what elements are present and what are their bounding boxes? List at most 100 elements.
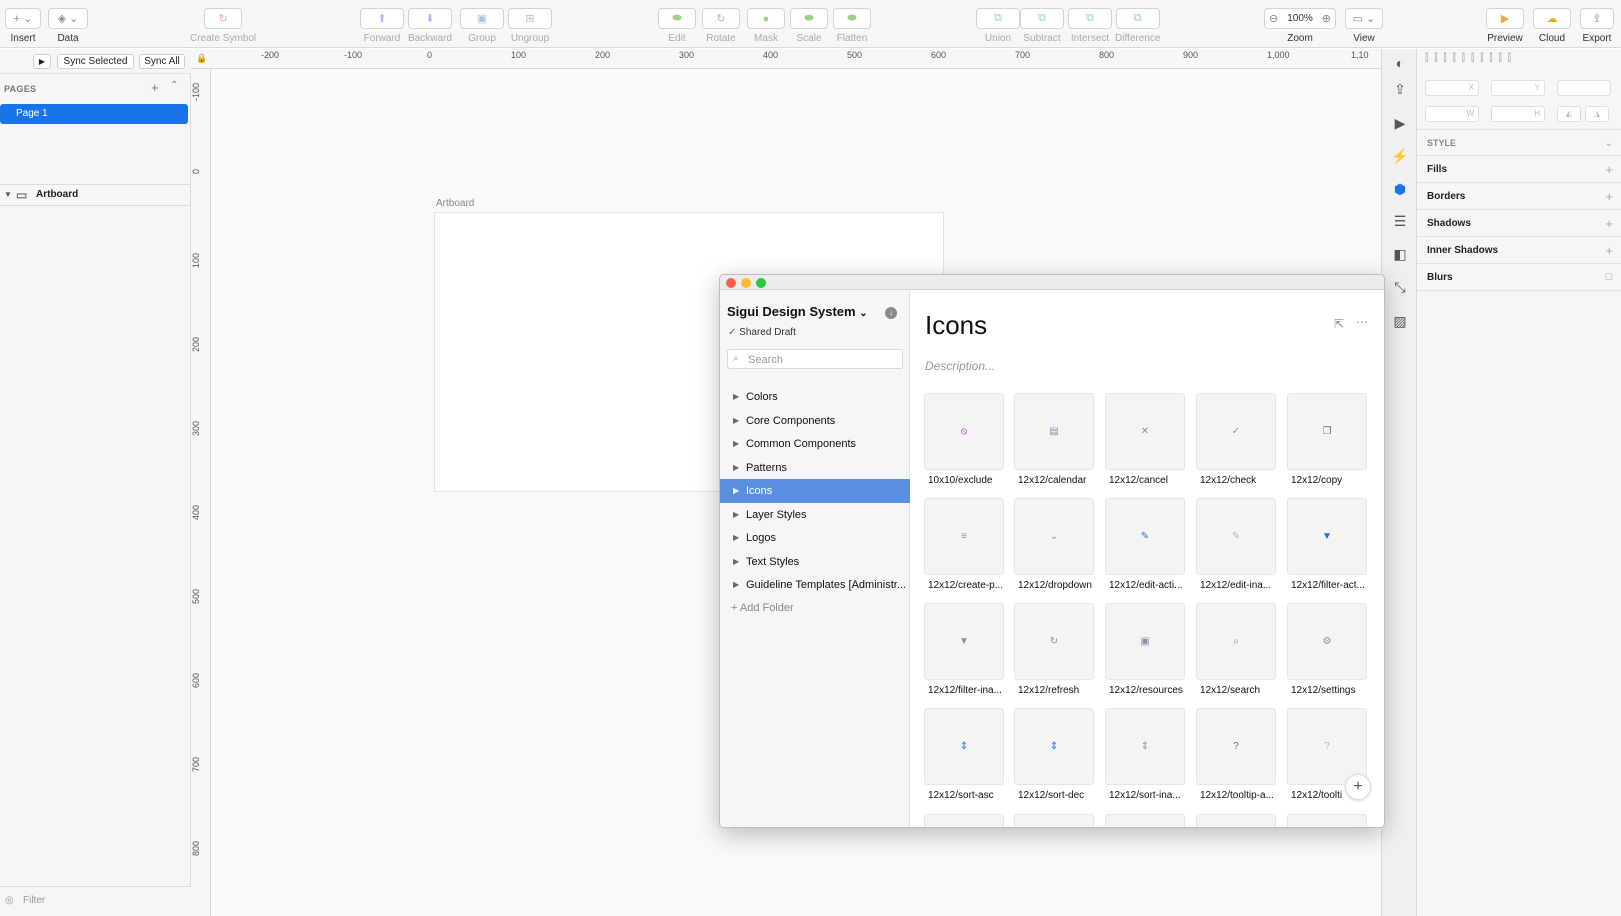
forward-button[interactable]: ⬆ [360, 8, 404, 29]
union-group[interactable]: ⧉ Union [976, 8, 1020, 44]
cloud-group[interactable]: ☁ Cloud [1533, 8, 1571, 44]
create-symbol-button[interactable]: ↻ [204, 8, 243, 29]
zoom-control[interactable]: ⊖ 100% ⊕ [1264, 8, 1336, 29]
disclosure-triangle-icon[interactable]: ▶ [733, 503, 739, 527]
library-icon[interactable]: ⬢ [1388, 177, 1412, 201]
edit-button[interactable]: ⬬ [658, 8, 696, 29]
icon-card[interactable]: ❐ [1287, 393, 1367, 470]
minimize-window-button[interactable] [741, 278, 751, 288]
inner-shadows-section[interactable]: Inner Shadows + [1417, 237, 1621, 264]
data-group[interactable]: ◈ ⌄ Data [48, 8, 88, 44]
icon-card[interactable]: ▼ [924, 603, 1004, 680]
add-inner-shadow-icon[interactable]: + [1605, 237, 1613, 264]
view-button[interactable]: ▭ ⌄ [1345, 8, 1383, 29]
filter-input[interactable]: Filter [23, 895, 45, 906]
mask-button[interactable]: ● [747, 8, 785, 29]
color-icon[interactable]: ◐ [1388, 51, 1412, 75]
icon-card[interactable] [1014, 814, 1094, 827]
play-icon[interactable]: ▶ [1388, 111, 1412, 135]
disclosure-triangle-icon[interactable]: ▶ [733, 526, 739, 550]
add-border-icon[interactable]: + [1605, 183, 1613, 210]
icon-card[interactable]: ⇕ [1014, 708, 1094, 785]
create-symbol-group[interactable]: ↻ Create Symbol [190, 8, 256, 44]
preview-button[interactable]: ▶ [1486, 8, 1524, 29]
icon-card[interactable]: ⦸ [924, 393, 1004, 470]
ruler-top[interactable]: 🔒 -200 -100 0 100 200 300 400 500 600 700 800 900 1,… [191, 49, 1381, 69]
icon-card[interactable]: ? [1196, 708, 1276, 785]
icon-card[interactable] [924, 814, 1004, 827]
disclosure-triangle-icon[interactable]: ▶ [733, 479, 739, 503]
intersect-button[interactable]: ⧉ [1068, 8, 1112, 29]
icon-card[interactable] [1287, 814, 1367, 827]
play-library-button[interactable]: ▶ [33, 54, 51, 69]
add-fill-icon[interactable]: + [1605, 156, 1613, 183]
rotate-button[interactable]: ↻ [702, 8, 740, 29]
insert-button[interactable]: + ⌄ [5, 8, 41, 29]
flatten-button[interactable]: ⬬ [833, 8, 871, 29]
scale-group[interactable]: ⬬ Scale [790, 8, 828, 44]
icon-card[interactable]: ⌕ [1196, 603, 1276, 680]
filter-bar[interactable]: ◎ Filter [0, 886, 191, 916]
subtract-button[interactable]: ⧉ [1020, 8, 1064, 29]
lock-icon[interactable]: 🔒 [191, 49, 211, 68]
borders-section[interactable]: Borders + [1417, 183, 1621, 210]
ruler-left[interactable]: -100 0 100 200 300 400 500 600 700 800 [191, 69, 211, 916]
resize-icon[interactable]: ⤡ [1388, 275, 1412, 299]
library-info-icon[interactable]: ↓ [885, 307, 897, 319]
icon-card[interactable]: ✎ [1196, 498, 1276, 575]
difference-group[interactable]: ⧉ Difference [1115, 8, 1160, 44]
height-field[interactable]: H [1491, 106, 1545, 122]
cloud-button[interactable]: ☁ [1533, 8, 1571, 29]
sync-all-button[interactable]: Sync All [139, 54, 185, 69]
x-field[interactable]: X [1425, 80, 1479, 96]
disclosure-triangle-icon[interactable]: ▶ [733, 573, 739, 597]
blur-checkbox[interactable]: ☐ [1605, 264, 1613, 291]
open-external-icon[interactable]: ⇱ [1334, 317, 1344, 331]
icon-card[interactable]: ⇕ [1105, 708, 1185, 785]
list-icon[interactable]: ☰ [1388, 209, 1412, 233]
backward-button[interactable]: ⬇ [408, 8, 452, 29]
rotate-group[interactable]: ↻ Rotate [702, 8, 740, 44]
subtract-group[interactable]: ⧉ Subtract [1020, 8, 1064, 44]
add-page-icon[interactable]: + [151, 80, 159, 95]
add-component-button[interactable]: + [1345, 774, 1371, 800]
ungroup-group[interactable]: ⊞ Ungroup [508, 8, 552, 44]
folder-item[interactable]: ▶ Patterns [720, 456, 910, 480]
icon-card[interactable]: ⇕ [924, 708, 1004, 785]
page-item-page-1[interactable]: Page 1 [0, 104, 188, 124]
style-section[interactable]: STYLE ⌄ [1417, 129, 1621, 156]
close-window-button[interactable] [726, 278, 736, 288]
icon-card[interactable]: ▼ [1287, 498, 1367, 575]
disclosure-triangle-icon[interactable]: ▶ [733, 550, 739, 574]
components-icon[interactable]: ◧ [1388, 242, 1412, 266]
backward-group[interactable]: ⬇ Backward [408, 8, 452, 44]
description-field[interactable]: Description... [925, 359, 995, 373]
icon-card[interactable]: ✓ [1196, 393, 1276, 470]
scale-button[interactable]: ⬬ [790, 8, 828, 29]
icon-card[interactable]: ▣ [1105, 603, 1185, 680]
data-button[interactable]: ◈ ⌄ [48, 8, 88, 29]
flip-vertical-icon[interactable]: ◮ [1585, 106, 1609, 122]
folder-item[interactable]: ▶ Text Styles [720, 550, 910, 574]
blurs-section[interactable]: Blurs ☐ [1417, 264, 1621, 291]
width-field[interactable]: W [1425, 106, 1479, 122]
folder-item[interactable]: ▶ Guideline Templates [Administr... [720, 573, 910, 597]
icon-card[interactable] [1105, 814, 1185, 827]
export-button[interactable]: ⇪ [1580, 8, 1614, 29]
disclosure-triangle-icon[interactable]: ▶ [733, 432, 739, 456]
flatten-group[interactable]: ⬬ Flatten [833, 8, 871, 44]
library-name-dropdown[interactable]: Sigui Design System ⌄ [727, 304, 868, 319]
fills-section[interactable]: Fills + [1417, 156, 1621, 183]
zoom-window-button[interactable] [756, 278, 766, 288]
icon-card[interactable]: ⚙ [1287, 603, 1367, 680]
icon-card[interactable]: ▤ [1014, 393, 1094, 470]
mask-group[interactable]: ● Mask [747, 8, 785, 44]
disclosure-triangle-icon[interactable]: ▶ [733, 456, 739, 480]
chevron-down-icon[interactable]: ⌄ [1605, 130, 1613, 157]
icon-card[interactable]: ⌄ [1014, 498, 1094, 575]
zoom-in-icon[interactable]: ⊕ [1322, 12, 1331, 25]
layer-artboard[interactable]: ▼ ▭ Artboard [0, 184, 191, 206]
align-icons[interactable]: ⫿⫿⫿⫿⫿⫿⫿⫿⫿⫿ [1425, 53, 1517, 64]
edit-group[interactable]: ⬬ Edit [658, 8, 696, 44]
folder-item[interactable]: ▶ Icons [720, 479, 910, 503]
